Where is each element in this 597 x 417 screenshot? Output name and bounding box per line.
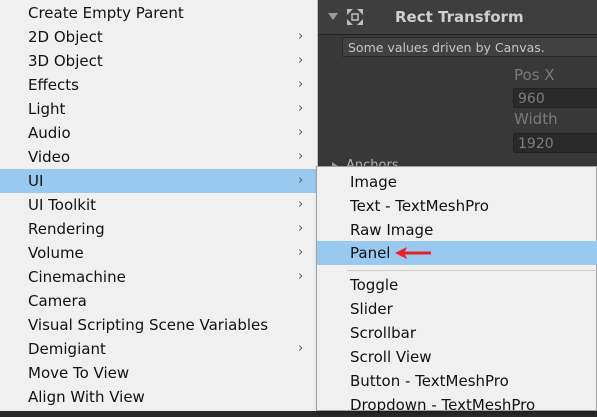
menu-item-ui-toolkit[interactable]: UI Toolkit › [0, 193, 317, 217]
menu-item-label: Light [28, 100, 66, 118]
chevron-right-icon: › [298, 149, 304, 164]
submenu-item-image[interactable]: Image [317, 170, 597, 194]
rect-transform-icon [347, 9, 363, 25]
submenu-item-text-textmeshpro[interactable]: Text - TextMeshPro [317, 194, 597, 218]
menu-item-label: Effects [28, 76, 79, 94]
menu-item-label: Audio [28, 124, 71, 142]
chevron-right-icon: › [298, 77, 304, 92]
submenu-item-label: Scrollbar [350, 324, 416, 342]
menu-item-volume[interactable]: Volume › [0, 241, 317, 265]
annotation-arrow-icon [395, 247, 431, 259]
submenu-item-label: Text - TextMeshPro [350, 197, 489, 215]
width-label: Width [514, 110, 558, 128]
menu-item-move-to-view[interactable]: Move To View [0, 361, 317, 385]
menu-item-label: UI [28, 172, 44, 190]
chevron-right-icon: › [298, 341, 304, 356]
menu-item-label: Visual Scripting Scene Variables [28, 316, 269, 334]
width-field[interactable]: 1920 [513, 133, 597, 153]
chevron-right-icon: › [298, 173, 304, 188]
menu-item-label: Rendering [28, 220, 105, 238]
pos-x-field[interactable]: 960 [513, 88, 597, 108]
menu-item-align-with-view[interactable]: Align With View [0, 385, 317, 409]
submenu-item-panel[interactable]: Panel [317, 241, 597, 265]
menu-item-video[interactable]: Video › [0, 145, 317, 169]
menu-item-label: Cinemachine [28, 268, 126, 286]
menu-item-rendering[interactable]: Rendering › [0, 217, 317, 241]
menu-item-visual-scripting-scene-variables[interactable]: Visual Scripting Scene Variables [0, 313, 317, 337]
menu-item-label: 2D Object [28, 28, 103, 46]
menu-item-label: Volume [28, 244, 84, 262]
submenu-item-label: Toggle [350, 276, 399, 294]
submenu-item-button-textmeshpro[interactable]: Button - TextMeshPro [317, 369, 597, 393]
chevron-right-icon: › [298, 245, 304, 260]
menu-item-effects[interactable]: Effects › [0, 73, 317, 97]
submenu-item-label: Scroll View [350, 348, 432, 366]
menu-item-camera[interactable]: Camera [0, 289, 317, 313]
submenu-item-scrollbar[interactable]: Scrollbar [317, 321, 597, 345]
chevron-right-icon: › [298, 53, 304, 68]
chevron-right-icon: › [298, 221, 304, 236]
menu-item-ui[interactable]: UI › [0, 169, 317, 193]
menu-item-3d-object[interactable]: 3D Object › [0, 49, 317, 73]
gameobject-context-menu: Create Empty Parent 2D Object › 3D Object… [0, 0, 318, 411]
submenu-item-label: Raw Image [350, 221, 434, 239]
menu-item-label: Camera [28, 292, 87, 310]
submenu-item-raw-image[interactable]: Raw Image [317, 218, 597, 242]
menu-item-2d-object[interactable]: 2D Object › [0, 25, 317, 49]
menu-item-label: Align With View [28, 388, 145, 406]
menu-item-label: 3D Object [28, 52, 103, 70]
ui-submenu: Image Text - TextMeshPro Raw Image Panel… [316, 166, 597, 414]
menu-item-demigiant[interactable]: Demigiant › [0, 337, 317, 361]
submenu-item-label: Dropdown - TextMeshPro [350, 396, 536, 414]
submenu-item-label: Panel [350, 244, 391, 262]
submenu-item-label: Button - TextMeshPro [350, 372, 509, 390]
menu-item-cinemachine[interactable]: Cinemachine › [0, 265, 317, 289]
chevron-right-icon: › [298, 101, 304, 116]
foldout-arrow-icon[interactable] [328, 13, 338, 20]
submenu-item-label: Image [350, 173, 397, 191]
component-title: Rect Transform [395, 8, 524, 26]
menu-item-label: Video [28, 148, 71, 166]
menu-item-label: Move To View [28, 364, 130, 382]
menu-separator [347, 270, 597, 271]
menu-item-label: Demigiant [28, 340, 106, 358]
menu-item-label: Create Empty Parent [28, 4, 184, 22]
chevron-right-icon: › [298, 197, 304, 212]
menu-item-label: UI Toolkit [28, 196, 97, 214]
chevron-right-icon: › [298, 125, 304, 140]
submenu-item-scroll-view[interactable]: Scroll View [317, 345, 597, 369]
menu-item-audio[interactable]: Audio › [0, 121, 317, 145]
submenu-item-label: Slider [350, 300, 393, 318]
chevron-right-icon: › [298, 29, 304, 44]
driven-values-note: Some values driven by Canvas. [342, 37, 597, 57]
rect-transform-header[interactable]: Rect Transform [318, 0, 597, 35]
menu-item-light[interactable]: Light › [0, 97, 317, 121]
chevron-right-icon: › [298, 269, 304, 284]
pos-x-label: Pos X [514, 66, 555, 84]
menu-item-create-empty-parent[interactable]: Create Empty Parent [0, 1, 317, 25]
submenu-item-slider[interactable]: Slider [317, 297, 597, 321]
submenu-item-toggle[interactable]: Toggle [317, 273, 597, 297]
submenu-item-dropdown-textmeshpro[interactable]: Dropdown - TextMeshPro [317, 393, 597, 417]
